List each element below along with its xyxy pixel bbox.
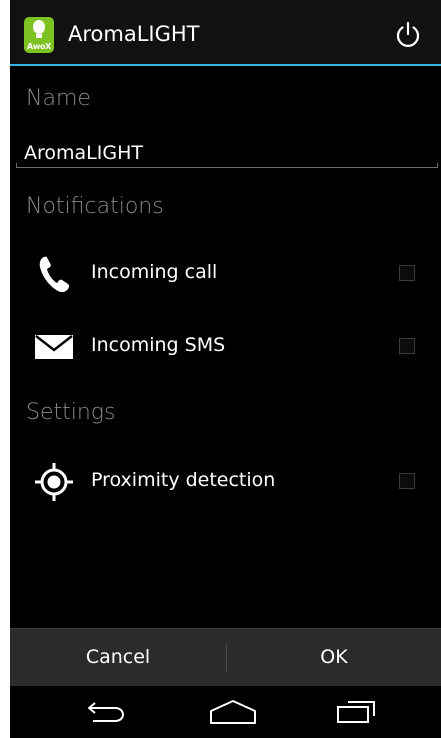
power-icon bbox=[396, 21, 420, 47]
bulb-base-shape bbox=[36, 34, 42, 38]
settings-section-header: Settings bbox=[26, 400, 116, 425]
incoming-call-checkbox[interactable] bbox=[399, 265, 415, 281]
name-input[interactable] bbox=[16, 138, 436, 168]
name-section-header: Name bbox=[26, 86, 91, 111]
notification-label-incoming-sms: Incoming SMS bbox=[91, 334, 226, 356]
back-icon bbox=[88, 702, 125, 722]
phone-icon bbox=[34, 256, 74, 293]
crosshair-icon bbox=[34, 463, 74, 501]
action-bar: AwoX AromaLIGHT bbox=[10, 0, 441, 66]
home-button[interactable] bbox=[203, 694, 263, 730]
phone-screen: AwoX AromaLIGHT Name Notifications Incom… bbox=[10, 0, 441, 738]
home-icon bbox=[210, 700, 256, 724]
name-input-underline bbox=[16, 163, 438, 168]
recents-icon bbox=[337, 701, 375, 723]
ok-button[interactable]: OK bbox=[227, 629, 441, 686]
back-button[interactable] bbox=[76, 694, 136, 730]
notifications-section-header: Notifications bbox=[26, 194, 164, 219]
envelope-icon bbox=[34, 329, 74, 365]
power-button[interactable] bbox=[393, 20, 423, 50]
dialog-button-bar: Cancel OK bbox=[10, 628, 441, 686]
settings-label-proximity-detection: Proximity detection bbox=[91, 469, 276, 491]
cancel-button[interactable]: Cancel bbox=[10, 629, 226, 686]
incoming-sms-checkbox[interactable] bbox=[399, 338, 415, 354]
bulb-shape bbox=[33, 20, 45, 34]
system-navigation-bar bbox=[10, 686, 441, 738]
app-logo-icon: AwoX bbox=[24, 17, 54, 53]
recents-button[interactable] bbox=[326, 694, 386, 730]
app-brand-mark: AwoX bbox=[26, 42, 52, 51]
notification-row-incoming-call[interactable]: Incoming call bbox=[10, 244, 441, 302]
notification-label-incoming-call: Incoming call bbox=[91, 261, 218, 283]
notification-row-incoming-sms[interactable]: Incoming SMS bbox=[10, 317, 441, 375]
app-title: AromaLIGHT bbox=[68, 22, 200, 46]
proximity-detection-checkbox[interactable] bbox=[399, 473, 415, 489]
settings-row-proximity-detection[interactable]: Proximity detection bbox=[10, 452, 441, 510]
